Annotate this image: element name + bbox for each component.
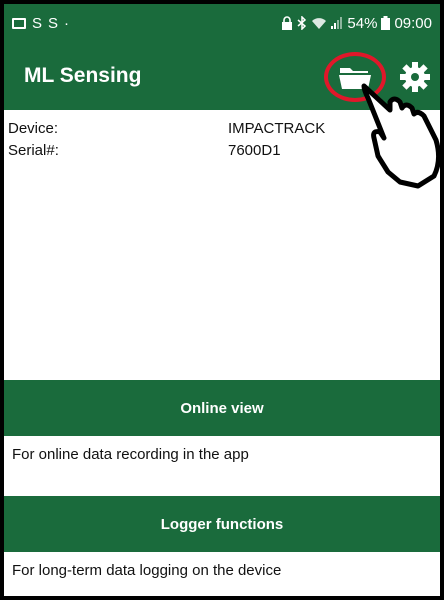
device-value: IMPACTRACK <box>228 120 326 137</box>
serial-value: 7600D1 <box>228 142 281 159</box>
s-icon: S <box>32 14 43 32</box>
app-title: ML Sensing <box>24 64 142 87</box>
status-bar: S S · 54% 09:00 <box>4 4 440 42</box>
gallery-icon <box>12 17 26 29</box>
clock: 09:00 <box>394 14 432 32</box>
lock-icon <box>282 16 293 30</box>
online-view-description: For online data recording in the app <box>4 436 440 496</box>
battery-icon <box>381 16 391 30</box>
dot-icon: · <box>64 14 70 32</box>
serial-label: Serial#: <box>8 142 59 159</box>
logger-functions-button[interactable]: Logger functions <box>4 496 440 552</box>
battery-percent: 54% <box>347 14 378 32</box>
logger-functions-description-text: For long-term data logging on the device <box>12 562 282 579</box>
status-left-icons: S S · <box>12 15 69 32</box>
bluetooth-icon <box>297 16 307 30</box>
online-view-button[interactable]: Online view <box>4 380 440 436</box>
s-icon: S <box>48 14 59 32</box>
wifi-icon <box>312 17 327 29</box>
logger-functions-description: For long-term data logging on the device <box>4 552 440 596</box>
signal-icon <box>331 17 343 29</box>
status-right-icons: 54% 09:00 <box>281 15 432 32</box>
pointing-hand-icon <box>361 83 442 189</box>
online-view-description-text: For online data recording in the app <box>12 446 249 463</box>
device-label: Device: <box>8 120 59 137</box>
